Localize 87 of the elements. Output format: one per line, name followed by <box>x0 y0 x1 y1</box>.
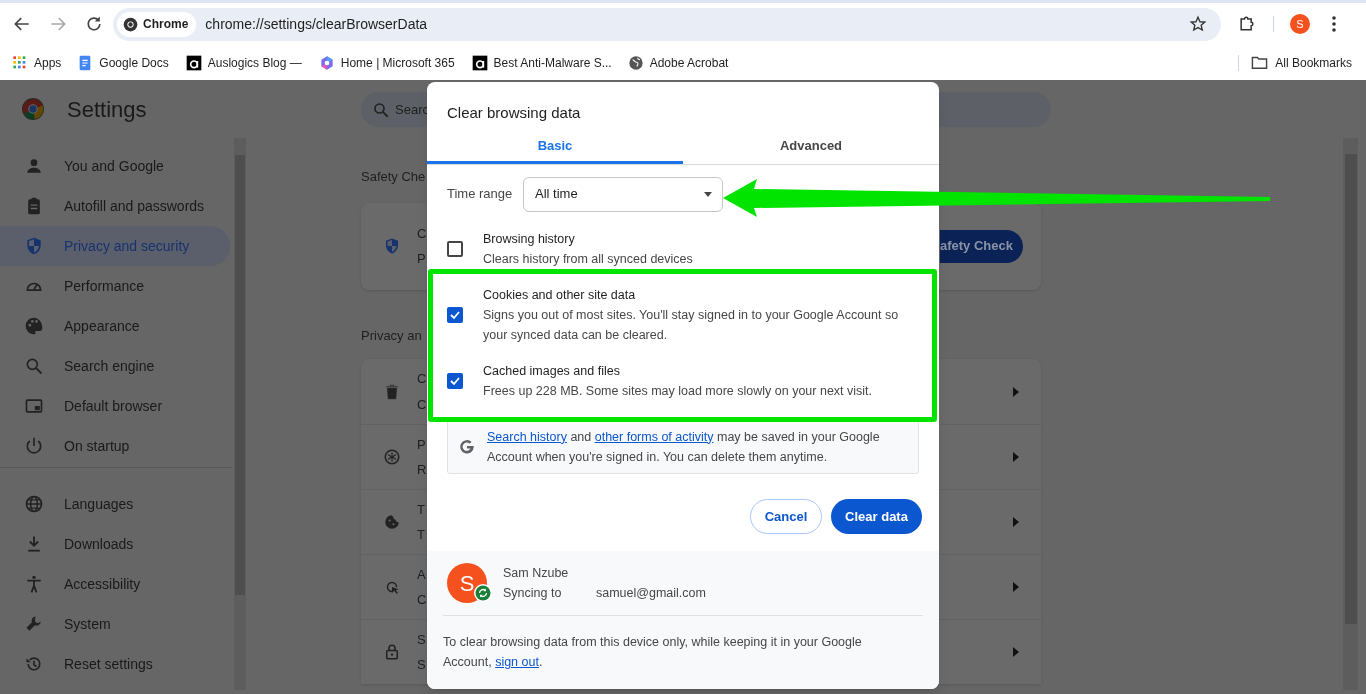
row-text: P <box>417 435 427 454</box>
card-text: P <box>417 250 427 268</box>
square-logo-icon <box>185 54 202 71</box>
sync-badge-icon <box>474 584 492 602</box>
account-email: samuel@gmail.com <box>596 585 706 602</box>
scrollbar-thumb[interactable] <box>1344 154 1357 624</box>
info-text: Search history and other forms of activity may be saved in your Google Account when you're signed in. You can delete them anytime. <box>487 428 881 466</box>
row-text: C <box>417 395 427 414</box>
caret-icon[interactable] <box>1012 647 1020 657</box>
row-text: S <box>417 656 427 674</box>
caret-icon[interactable] <box>1012 582 1020 592</box>
bookmark-item[interactable]: Adobe Acrobat <box>627 48 729 77</box>
clear-data-button[interactable]: Clear data <box>831 499 922 534</box>
bookmarks-folder[interactable]: All Bookmarks <box>1251 53 1352 72</box>
field-label: Time range <box>447 185 514 204</box>
power-icon <box>24 436 44 456</box>
checkbox[interactable] <box>447 241 463 257</box>
scrollbar-thumb[interactable] <box>235 155 245 595</box>
shield-icon <box>24 236 44 256</box>
address-bar[interactable]: Chrome chrome://settings/clearBrowserData <box>113 7 1221 41</box>
circle-logo-icon <box>123 16 138 32</box>
reload-icon[interactable] <box>84 14 104 34</box>
section-heading: Privacy an <box>361 326 423 345</box>
palette-icon <box>24 316 44 336</box>
option-description: Signs you out of most sites. You'll stay signed in to your Google Account so your synced data can be cleared. <box>483 307 900 344</box>
row-text: A <box>417 565 427 584</box>
settings-logo-icon <box>22 98 44 120</box>
scrollbar[interactable] <box>1343 138 1358 690</box>
checkbox[interactable] <box>447 307 463 323</box>
row-text: C <box>417 370 427 388</box>
caret-icon[interactable] <box>1012 452 1020 462</box>
shield-icon <box>383 237 401 255</box>
globe-icon <box>627 54 644 71</box>
time-range-dropdown[interactable]: All time <box>523 176 723 212</box>
bookmark-item[interactable]: Best Anti-Malware S... <box>471 48 612 77</box>
caret-icon[interactable] <box>1012 517 1020 527</box>
bookmark-item[interactable]: Auslogics Blog — <box>185 48 302 77</box>
option-title: Browsing history <box>483 231 576 248</box>
url-text: chrome://settings/clearBrowserData <box>205 14 428 34</box>
bookmark-item[interactable]: Home | Microsoft 365 <box>318 48 455 77</box>
bookmark-item[interactable]: Apps <box>12 48 62 77</box>
accessibility-icon <box>24 574 44 594</box>
option-title: Cached images and files <box>483 363 621 380</box>
search-icon <box>372 100 390 119</box>
page-title: Settings <box>67 95 147 124</box>
profile-avatar[interactable]: S <box>1290 14 1310 34</box>
row-text: T <box>417 500 426 519</box>
caret-icon[interactable] <box>1012 386 1020 397</box>
option-description: Clears history from all synced devices <box>483 251 694 268</box>
scrollbar[interactable] <box>234 138 246 690</box>
section-heading: Safety Che <box>361 168 426 186</box>
row-text: S <box>417 630 427 649</box>
link[interactable]: other forms of activity <box>594 429 714 444</box>
globe-icon <box>24 494 44 514</box>
asterisk-circle-icon <box>383 448 401 466</box>
apps-grid-icon <box>12 54 28 71</box>
safety-check-button[interactable]: afety Check <box>940 229 1023 263</box>
hexagon-icon <box>318 54 335 71</box>
option-description: Frees up 228 MB. Some sites may load more slowly on your next visit. <box>483 383 874 400</box>
row-text: C <box>417 591 427 609</box>
folder-icon <box>1251 54 1269 71</box>
link[interactable]: sign out <box>495 655 539 669</box>
bookmark-item[interactable]: Google Docs <box>77 48 169 77</box>
site-chip[interactable]: Chrome <box>117 11 197 37</box>
caret-down-icon <box>704 191 712 197</box>
star-icon[interactable] <box>1189 15 1207 33</box>
browser-window-icon <box>24 396 44 416</box>
g-logo-icon <box>458 437 476 456</box>
card-text: C <box>417 224 427 243</box>
row-text: R <box>417 461 427 479</box>
history-icon <box>24 654 44 674</box>
account-name: Sam Nzube <box>503 565 570 582</box>
trash-icon <box>383 382 401 401</box>
cookie-icon <box>383 513 401 531</box>
search-icon <box>24 356 44 376</box>
link[interactable]: Search history <box>487 429 567 444</box>
checkbox[interactable] <box>447 373 463 389</box>
option-title: Cookies and other site data <box>483 287 637 304</box>
dialog-title: Clear browsing data <box>447 104 581 121</box>
square-logo-icon <box>471 54 488 71</box>
lock-icon <box>383 643 401 661</box>
sync-label: Syncing to <box>503 585 563 602</box>
person-icon <box>24 156 44 176</box>
row-text: T <box>417 526 426 544</box>
footer-note: To clear browsing data from this device only, while keeping it in your Google Account, sign out. <box>442 634 863 671</box>
tab[interactable]: Advanced <box>683 128 939 164</box>
tab[interactable]: Basic <box>427 128 683 164</box>
